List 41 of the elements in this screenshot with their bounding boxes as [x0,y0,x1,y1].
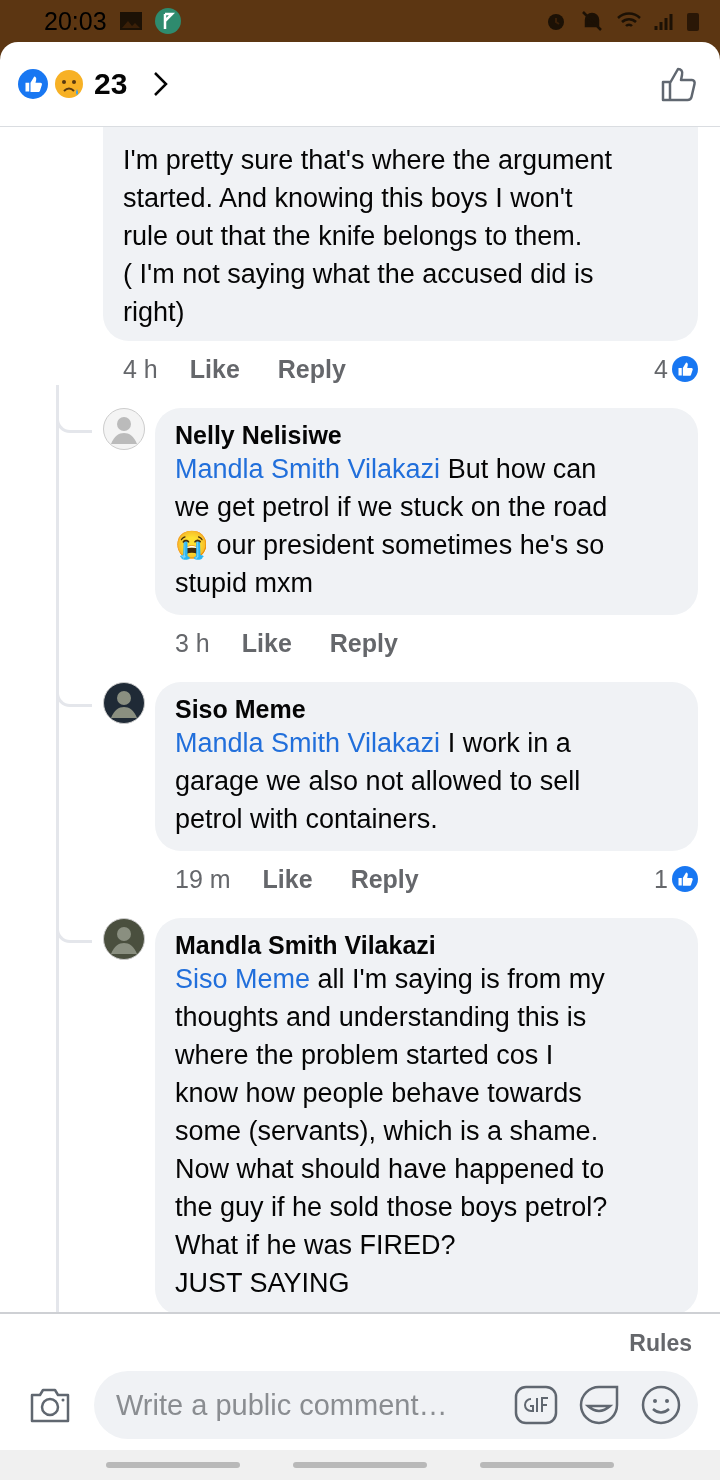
like-count: 4 [654,354,668,384]
sticker-icon[interactable] [578,1384,620,1426]
reply-link[interactable]: Reply [350,864,419,894]
sad-face-icon [54,69,84,99]
image-icon [118,11,143,31]
comment-box[interactable]: Write a public comment… [94,1371,698,1439]
status-time: 20:03 [44,6,107,36]
comment-time: 19 m [175,864,231,894]
comment-text: Mandla Smith Vilakazi I work in a garage we also not allowed to sell petrol with containers. [175,727,582,836]
comment-time: 4 h [123,354,158,384]
like-link[interactable]: Like [241,628,292,658]
avatar [103,682,145,724]
reply-link[interactable]: Reply [329,628,398,658]
rules-link[interactable]: Rules [629,1330,692,1357]
like-icon [672,866,698,892]
like-icon [672,356,698,382]
comment-text: Siso Meme all I'm saying is from my thoughts and understanding this is where the problem started cos I know how people behave towards some (servants), which is a shame. Now what should have happened to the guy if he sold those boys petrol? What if he was FIRED? JUST SAYING [175,963,609,1300]
comment-text: I'm pretty sure that's where the argument started. And knowing this boys I won't rule out that the knife belongs to them. ( I'm not saying what the accused did is right) [123,144,614,329]
mute-icon [580,9,604,33]
comment-author[interactable]: Mandla Smith Vilakazi [175,930,678,960]
avatar [103,408,145,450]
mention-link[interactable]: Mandla Smith Vilakazi [175,728,441,758]
thumbs-up-icon[interactable] [660,65,698,103]
battery-icon [686,10,700,32]
reaction-count[interactable]: 23 [94,67,128,101]
like-icon [18,69,48,99]
like-count: 1 [654,864,668,894]
gif-icon[interactable] [514,1385,558,1425]
like-link[interactable]: Like [262,864,313,894]
comment-time: 3 h [175,628,210,658]
mention-link[interactable]: Siso Meme [175,964,311,994]
app-icon [154,8,181,34]
reply-link[interactable]: Reply [277,354,346,384]
avatar [103,918,145,960]
smiley-icon[interactable] [640,1384,682,1426]
mention-link[interactable]: Mandla Smith Vilakazi [175,454,441,484]
like-link[interactable]: Like [189,354,240,384]
comment-author[interactable]: Siso Meme [175,694,678,724]
comment-author[interactable]: Nelly Nelisiwe [175,420,678,450]
comment-field[interactable]: Write a public comment… [116,1388,494,1422]
comment-text: Mandla Smith Vilakazi But how can we get petrol if we stuck on the road 😭 our president sometimes he's so stupid mxm [175,453,609,600]
